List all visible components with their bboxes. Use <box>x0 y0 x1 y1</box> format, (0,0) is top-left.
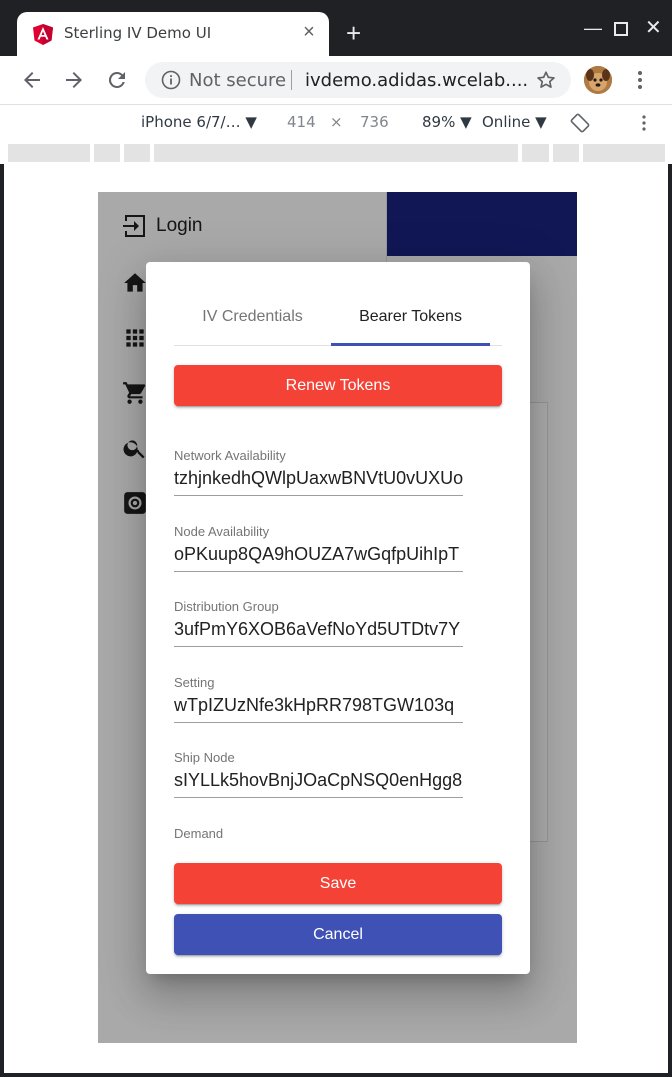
back-icon[interactable] <box>20 68 44 92</box>
tab-strip: Sterling IV Demo UI × + — ✕ <box>0 0 672 56</box>
minimize-icon[interactable]: — <box>584 18 602 38</box>
save-button[interactable]: Save <box>174 863 502 904</box>
field-label: Demand <box>174 826 224 841</box>
address-bar[interactable]: Not secure ivdemo.adidas.wcelab.... <box>145 62 571 98</box>
field-label: Network Availability <box>174 448 286 463</box>
media-query-bar <box>0 140 672 164</box>
field-underline <box>174 797 463 798</box>
profile-avatar[interactable] <box>584 66 612 94</box>
field-label: Node Availability <box>174 524 270 539</box>
field-value[interactable]: sIYLLk5hovBnjJOaCpNSQ0enHgg8 <box>174 770 463 791</box>
device-toolbar: iPhone 6/7/… ▼ 414 × 736 89% ▼ Online ▼ <box>0 104 672 140</box>
media-query-segment[interactable] <box>94 144 120 162</box>
throttle-select[interactable]: Online ▼ <box>482 113 547 131</box>
field-underline <box>174 571 463 572</box>
field-label: Ship Node <box>174 750 235 765</box>
field-value[interactable]: wTpIZUzNfe3kHpRR798TGW103q <box>174 695 463 716</box>
media-query-segment[interactable] <box>553 144 579 162</box>
field-label: Setting <box>174 675 215 690</box>
maximize-icon[interactable] <box>614 22 628 36</box>
field-value[interactable]: tzhjnkedhQWlpUaxwBNVtU0vUXUo <box>174 468 463 489</box>
tab-iv-credentials[interactable]: IV Credentials <box>174 294 331 346</box>
tab-bearer-tokens[interactable]: Bearer Tokens <box>331 294 490 346</box>
bookmark-star-icon[interactable] <box>535 69 557 91</box>
setting-field[interactable]: Setting wTpIZUzNfe3kHpRR798TGW103q <box>174 675 463 731</box>
browser-tab[interactable]: Sterling IV Demo UI × <box>17 12 329 56</box>
angular-icon <box>33 24 53 45</box>
info-icon[interactable] <box>161 70 181 90</box>
window-close-icon[interactable]: ✕ <box>645 18 662 38</box>
media-query-segment[interactable] <box>154 144 518 162</box>
forward-icon[interactable] <box>62 68 86 92</box>
dimension-separator: × <box>330 113 343 131</box>
network-availability-field[interactable]: Network Availability tzhjnkedhQWlpUaxwBN… <box>174 448 463 504</box>
field-underline <box>174 722 463 723</box>
field-underline <box>174 495 463 496</box>
field-underline <box>174 646 463 647</box>
media-query-segment[interactable] <box>583 144 665 162</box>
device-toolbar-more-icon[interactable] <box>640 113 648 133</box>
field-value[interactable]: oPKuup8QA9hOUZA7wGqfpUihIpT <box>174 544 463 565</box>
dog-avatar-icon <box>584 66 612 94</box>
omnibox-divider <box>291 70 292 90</box>
viewport-height[interactable]: 736 <box>360 113 389 131</box>
zoom-select[interactable]: 89% ▼ <box>422 113 472 131</box>
media-query-segment[interactable] <box>522 144 549 162</box>
node-availability-field[interactable]: Node Availability oPKuup8QA9hOUZA7wGqfpU… <box>174 524 463 580</box>
cancel-button[interactable]: Cancel <box>174 914 502 955</box>
media-query-segment[interactable] <box>124 144 150 162</box>
renew-tokens-button[interactable]: Renew Tokens <box>174 365 502 406</box>
browser-toolbar: Not secure ivdemo.adidas.wcelab.... <box>0 56 672 104</box>
url-text[interactable]: ivdemo.adidas.wcelab.... <box>305 70 528 91</box>
media-query-segment[interactable] <box>8 144 90 162</box>
distribution-group-field[interactable]: Distribution Group 3ufPmY6XOB6aVefNoYd5U… <box>174 599 463 655</box>
tab-title: Sterling IV Demo UI <box>64 24 212 42</box>
demand-field[interactable]: Demand <box>174 826 463 846</box>
field-value[interactable]: 3ufPmY6XOB6aVefNoYd5UTDtv7Y <box>174 619 463 640</box>
browser-menu-icon[interactable] <box>632 68 648 92</box>
reload-icon[interactable] <box>105 68 129 92</box>
credentials-dialog: IV Credentials Bearer Tokens Renew Token… <box>146 262 530 974</box>
ship-node-field[interactable]: Ship Node sIYLLk5hovBnjJOaCpNSQ0enHgg8 <box>174 750 463 806</box>
active-tab-indicator <box>331 343 490 346</box>
close-icon[interactable]: × <box>299 22 319 42</box>
not-secure-label: Not secure <box>189 70 287 91</box>
field-label: Distribution Group <box>174 599 279 614</box>
rotate-icon[interactable] <box>570 113 590 133</box>
viewport-width[interactable]: 414 <box>287 113 316 131</box>
device-select[interactable]: iPhone 6/7/… ▼ <box>141 113 257 131</box>
browser-window: Sterling IV Demo UI × + — ✕ Not secure i… <box>0 0 672 1077</box>
dialog-tab-bar: IV Credentials Bearer Tokens <box>174 294 502 346</box>
new-tab-icon[interactable]: + <box>346 20 361 46</box>
